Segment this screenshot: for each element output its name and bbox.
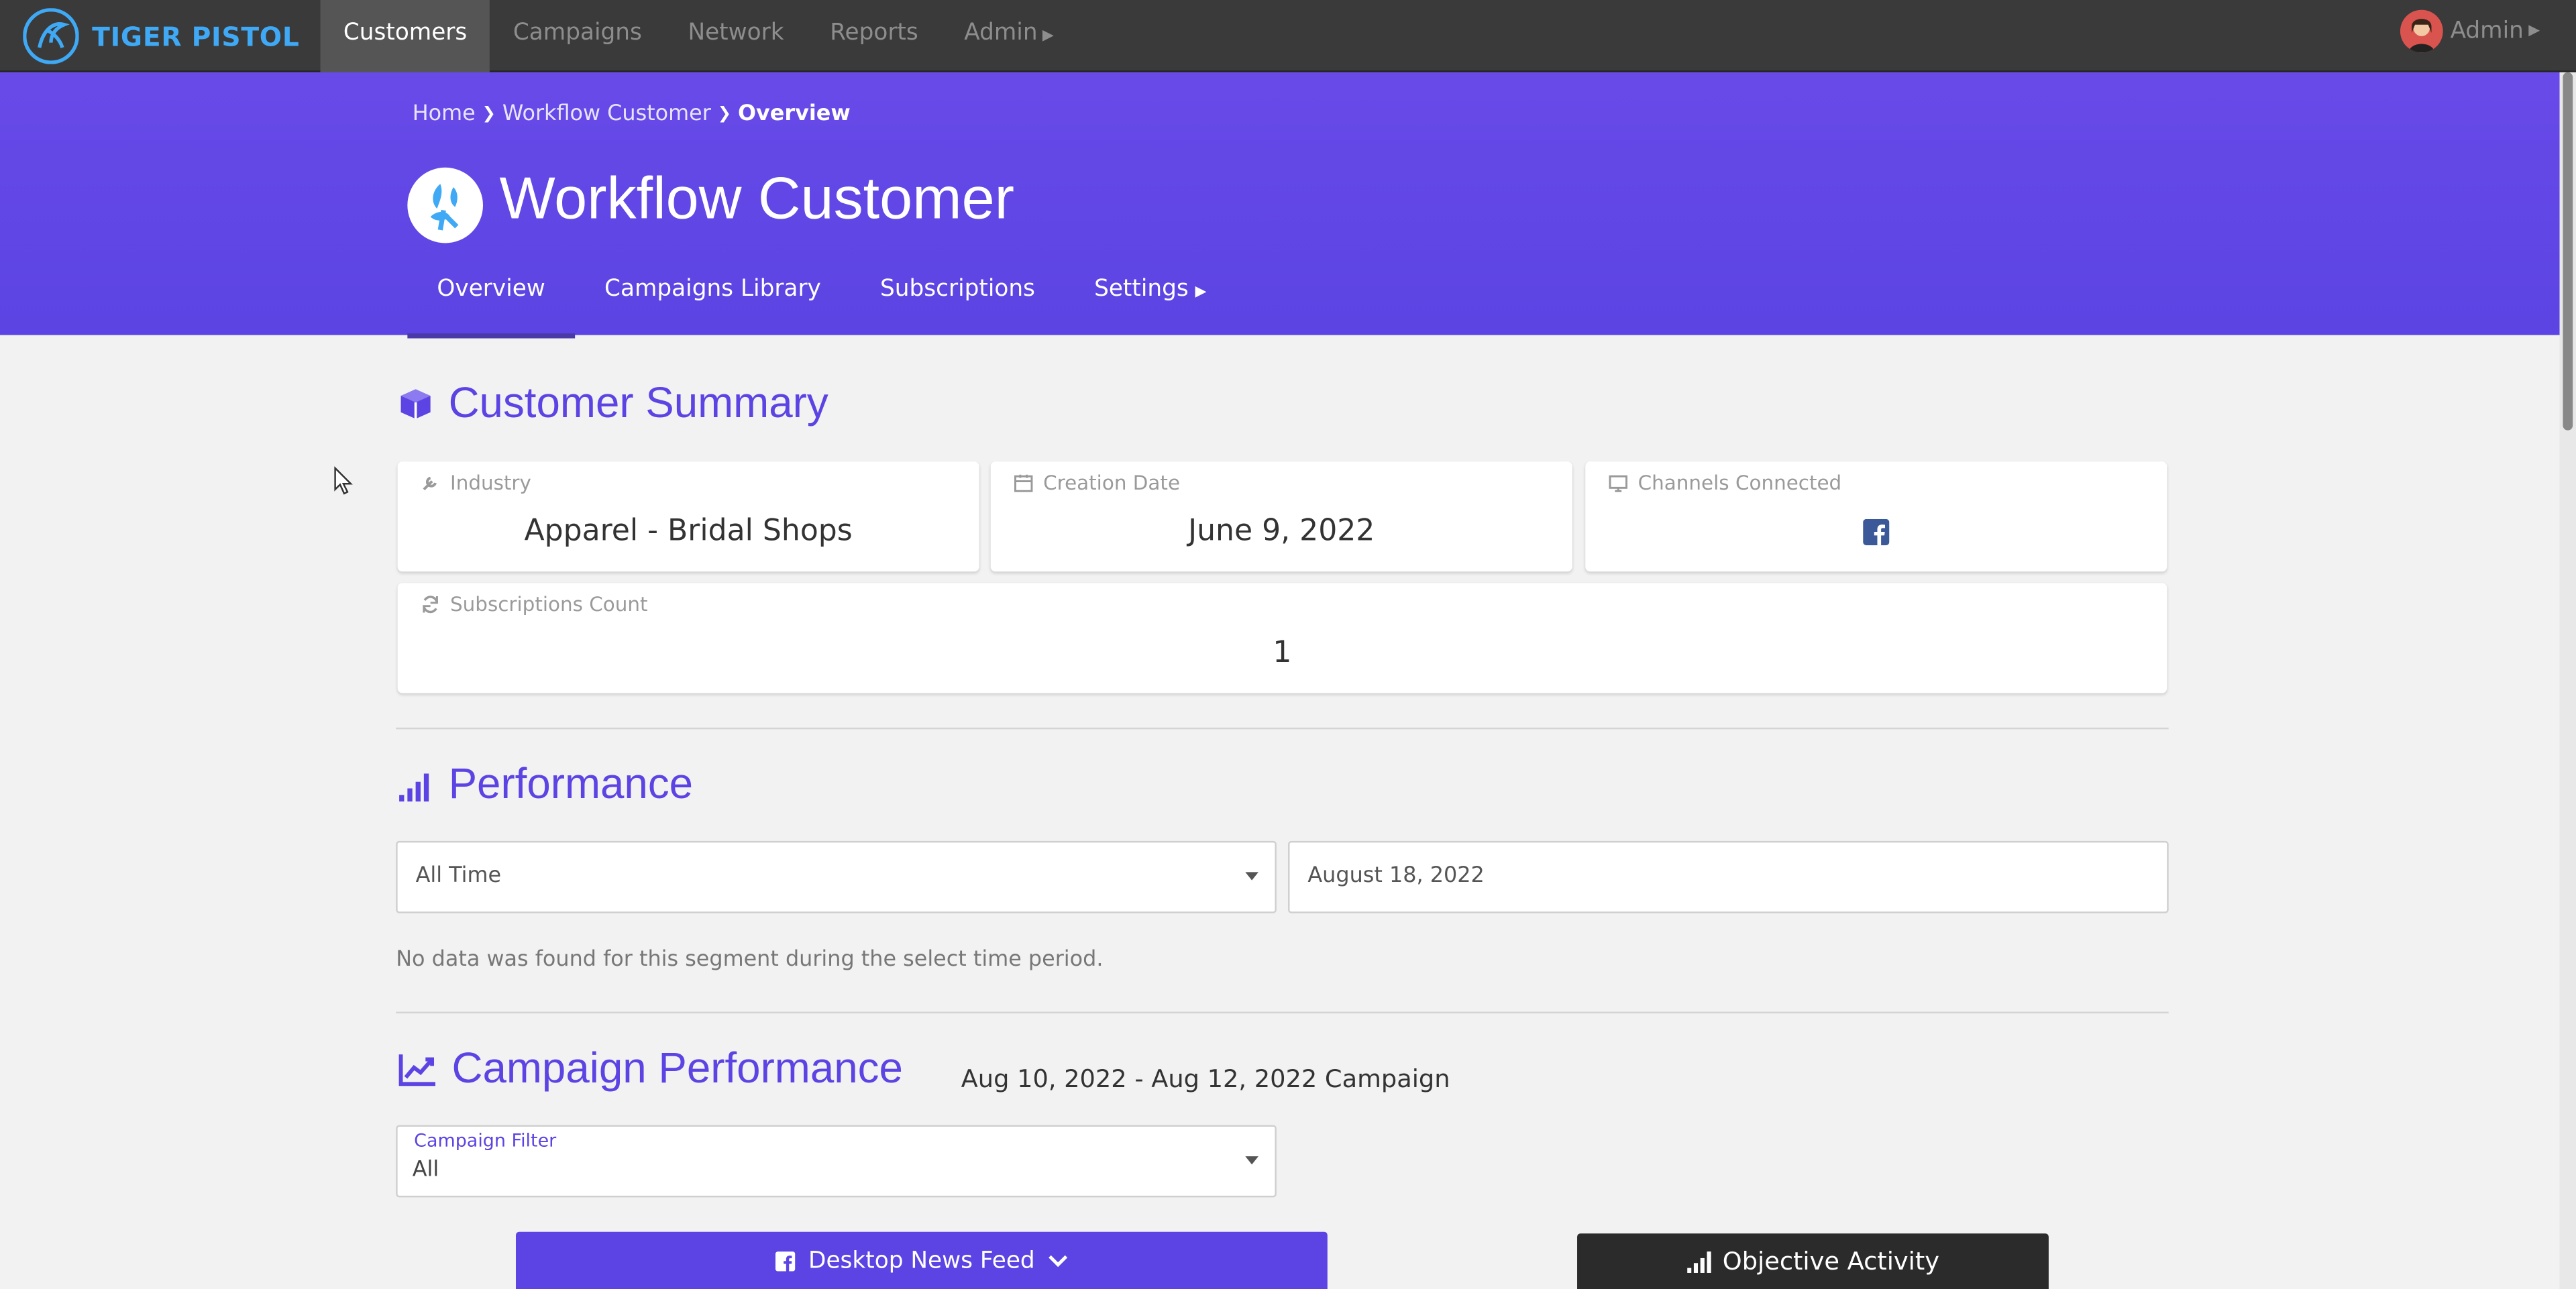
customer-summary-heading: Customer Summary [398, 378, 828, 429]
monitor-icon [1609, 475, 1627, 492]
creation-date-label: Creation Date [1043, 471, 1181, 495]
breadcrumb-parent[interactable]: Workflow Customer [502, 102, 711, 127]
nav-reports-label: Reports [830, 19, 918, 46]
tiger-pistol-logo-icon [23, 8, 79, 64]
customer-summary-title: Customer Summary [448, 378, 828, 427]
nav-customers-label: Customers [343, 19, 468, 46]
campaign-performance-title: Campaign Performance [451, 1043, 903, 1092]
creation-date-value: June 9, 2022 [1188, 514, 1375, 549]
date-input[interactable]: August 18, 2022 [1288, 840, 2169, 913]
campaign-date-range: Aug 10, 2022 - Aug 12, 2022 Campaign [961, 1064, 1450, 1095]
caret-right-icon: ▶ [1042, 27, 1054, 45]
nav-network[interactable]: Network [665, 0, 807, 70]
breadcrumb-home[interactable]: Home [413, 102, 476, 127]
tab-overview-label: Overview [437, 276, 545, 302]
user-menu[interactable]: Admin ▶ [2401, 9, 2540, 53]
brand-name: TIGER PISTOL [92, 20, 300, 52]
period-select-value: All Time [415, 864, 502, 889]
industry-label-row: Industry [421, 471, 531, 494]
tab-subscriptions[interactable]: Subscriptions [851, 273, 1065, 335]
tab-overview[interactable]: Overview [407, 273, 575, 339]
nav-admin-label: Admin [964, 19, 1038, 46]
period-select[interactable]: All Time [396, 840, 1277, 913]
mouse-cursor-icon [334, 466, 353, 495]
user-avatar-icon [2401, 9, 2444, 53]
performance-title: Performance [448, 759, 694, 808]
caret-down-icon [1245, 1156, 1258, 1165]
facebook-icon[interactable] [1863, 518, 1890, 546]
tab-campaigns-library-label: Campaigns Library [604, 276, 821, 302]
user-menu-label: Admin [2450, 17, 2524, 45]
campaign-filter-label: Campaign Filter [414, 1129, 557, 1152]
caret-right-icon: ▶ [2528, 23, 2540, 40]
performance-heading: Performance [398, 759, 693, 809]
empty-data-note: No data was found for this segment durin… [396, 948, 1104, 972]
caret-down-icon [1245, 872, 1258, 881]
facebook-icon [775, 1250, 796, 1271]
refresh-icon [423, 596, 439, 614]
industry-value: Apparel - Bridal Shops [524, 514, 853, 549]
nav-admin[interactable]: Admin ▶ [941, 0, 1077, 70]
breadcrumb: Home ❯ Workflow Customer ❯ Overview [413, 102, 851, 127]
industry-card: Industry Apparel - Bridal Shops [397, 461, 979, 572]
chevron-right-icon: ❯ [482, 105, 496, 123]
scrollbar-thumb[interactable] [2563, 72, 2573, 431]
customer-logo-icon [430, 184, 459, 231]
chevron-down-icon [1049, 1254, 1067, 1266]
tab-campaigns-library[interactable]: Campaigns Library [575, 273, 851, 335]
objective-activity-header: Objective Activity [1577, 1233, 2049, 1289]
campaign-filter-select[interactable]: Campaign Filter All [396, 1125, 1277, 1198]
avatar [2401, 9, 2444, 53]
main-nav: Customers Campaigns Network Reports Admi… [320, 0, 1077, 74]
breadcrumb-current: Overview [737, 101, 851, 127]
subscriptions-count-value: 1 [1273, 635, 1292, 671]
channels-label-row: Channels Connected [1609, 471, 1842, 495]
nav-network-label: Network [688, 19, 784, 46]
industry-label: Industry [450, 471, 531, 495]
channels-label: Channels Connected [1638, 471, 1842, 495]
caret-right-icon: ▶ [1195, 284, 1207, 301]
tab-subscriptions-label: Subscriptions [880, 276, 1035, 302]
cube-icon [400, 388, 431, 418]
nav-campaigns-label: Campaigns [513, 19, 642, 46]
top-navbar: TIGER PISTOL Customers Campaigns Network… [0, 0, 2576, 74]
page-scrollbar[interactable] [2559, 72, 2576, 1289]
nav-reports[interactable]: Reports [807, 0, 941, 70]
line-chart-icon [398, 1054, 435, 1086]
date-input-value: August 18, 2022 [1307, 864, 1485, 889]
objective-activity-label: Objective Activity [1722, 1246, 1940, 1276]
nav-customers[interactable]: Customers [320, 0, 490, 74]
signal-bars-icon [1686, 1251, 1711, 1273]
customer-header: Home ❯ Workflow Customer ❯ Overview Workflow… [0, 72, 2560, 339]
nav-campaigns[interactable]: Campaigns [490, 0, 665, 70]
calendar-icon [1014, 474, 1033, 492]
brand-logo[interactable]: TIGER PISTOL [23, 7, 299, 66]
customer-logo [407, 167, 484, 243]
desktop-news-feed-label: Desktop News Feed [808, 1247, 1035, 1274]
wrench-icon [423, 476, 437, 491]
subscriptions-count-label-row: Subscriptions Count [421, 593, 648, 616]
tab-settings-label: Settings [1094, 276, 1189, 302]
channels-card: Channels Connected [1585, 461, 2167, 572]
campaign-performance-heading: Campaign Performance [398, 1043, 903, 1094]
divider [396, 1011, 2169, 1014]
signal-bars-icon [399, 773, 429, 801]
divider [396, 727, 2169, 730]
customer-subnav: Overview Campaigns Library Subscriptions… [407, 273, 1236, 339]
creation-date-label-row: Creation Date [1014, 471, 1180, 494]
page-title: Workflow Customer [499, 164, 1015, 232]
campaign-filter-value: All [412, 1158, 439, 1183]
creation-date-card: Creation Date June 9, 2022 [990, 461, 1572, 572]
tab-settings[interactable]: Settings ▶ [1065, 273, 1236, 335]
subscriptions-count-card: Subscriptions Count 1 [397, 583, 2167, 693]
desktop-news-feed-button[interactable]: Desktop News Feed [515, 1231, 1328, 1289]
chevron-right-icon: ❯ [717, 105, 732, 123]
subscriptions-count-label: Subscriptions Count [450, 593, 648, 616]
